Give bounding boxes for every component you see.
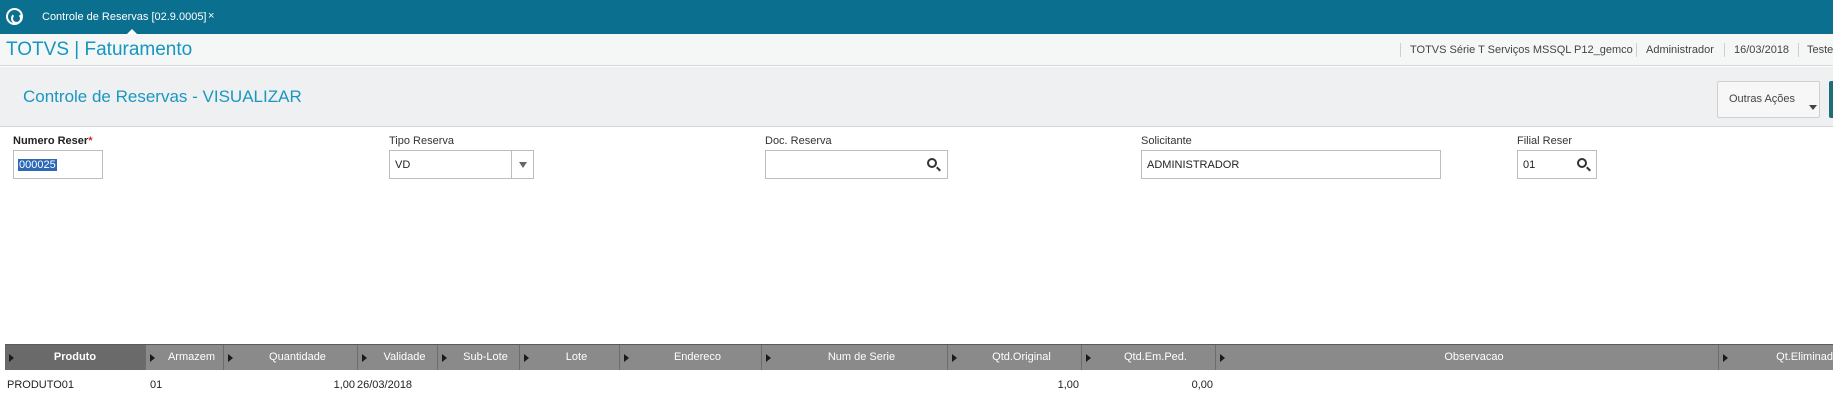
column-header-num-serie[interactable]: Num de Serie [762, 345, 948, 370]
app-header: TOTVS | Faturamento TOTVS Série T Serviç… [0, 34, 1833, 66]
primary-action-button[interactable] [1829, 81, 1833, 118]
column-header-armazem[interactable]: Armazem [146, 345, 224, 370]
column-header-lote[interactable]: Lote [520, 345, 620, 370]
column-arrow-icon [524, 354, 529, 362]
column-arrow-icon [952, 354, 957, 362]
app-title: TOTVS | Faturamento [6, 39, 193, 60]
column-arrow-icon [442, 354, 447, 362]
column-arrow-icon [624, 354, 629, 362]
filial-reserva-label: Filial Reser [1517, 135, 1573, 147]
column-arrow-icon [150, 354, 155, 362]
chevron-down-icon[interactable] [519, 162, 527, 168]
solicitante-label: Solicitante [1141, 135, 1192, 147]
numero-reserva-label: Numero Reser* [13, 135, 93, 147]
cell-qtd-em-ped: 0,00 [1191, 379, 1213, 391]
search-icon[interactable] [1577, 158, 1587, 168]
column-arrow-icon [1220, 354, 1225, 362]
filial-reserva-input[interactable]: 01 [1517, 150, 1597, 179]
column-header-sub-lote[interactable]: Sub-Lote [438, 345, 520, 370]
column-header-qtd-original[interactable]: Qtd.Original [948, 345, 1082, 370]
table-row[interactable]: PRODUTO01 01 1,00 26/03/2018 1,00 0,00 [5, 371, 1833, 399]
header-divider [1400, 43, 1401, 57]
doc-reserva-label: Doc. Reserva [765, 135, 832, 147]
tipo-reserva-label: Tipo Reserva [389, 135, 455, 147]
column-header-qtd-em-ped[interactable]: Qtd.Em.Ped. [1082, 345, 1216, 370]
tab-controle-reservas[interactable]: Controle de Reservas [02.9.0005] [34, 0, 215, 34]
filial-reserva-value: 01 [1523, 159, 1536, 171]
chevron-down-icon [1809, 105, 1817, 110]
column-header-endereco[interactable]: Endereco [620, 345, 762, 370]
cell-produto: PRODUTO01 [7, 379, 75, 391]
cell-qtd-original: 1,00 [1057, 379, 1079, 391]
column-arrow-icon [362, 354, 367, 362]
other-actions-button[interactable]: Outras Ações [1717, 81, 1820, 118]
solicitante-value: ADMINISTRADOR [1147, 159, 1240, 171]
column-arrow-icon [1723, 354, 1728, 362]
solicitante-input[interactable]: ADMINISTRADOR [1141, 150, 1441, 179]
column-arrow-icon [228, 354, 233, 362]
header-divider [1798, 43, 1799, 57]
cell-armazem: 01 [150, 379, 163, 391]
environment-info: TOTVS Série T Serviços MSSQL P12_gemco [1410, 44, 1633, 56]
other-actions-label: Outras Ações [1729, 93, 1796, 105]
numero-reserva-value: 000025 [18, 159, 57, 171]
system-date: 16/03/2018 [1734, 44, 1790, 56]
tab-title: Controle de Reservas [02.9.0005] [42, 11, 207, 23]
home-icon[interactable] [6, 8, 23, 25]
page-title: Controle de Reservas - VISUALIZAR [23, 87, 302, 106]
search-icon[interactable] [927, 158, 937, 168]
user-name[interactable]: Administrador [1646, 44, 1714, 56]
column-arrow-icon [1086, 354, 1091, 362]
column-header-observacao[interactable]: Observacao [1216, 345, 1719, 370]
environment-name: Teste [1807, 44, 1833, 56]
column-header-quantidade[interactable]: Quantidade [224, 345, 358, 370]
header-divider [1636, 43, 1637, 57]
cell-quantidade: 1,00 [333, 379, 355, 391]
tipo-reserva-select[interactable]: VD [389, 150, 534, 179]
cell-validade: 26/03/2018 [357, 379, 413, 391]
column-header-validade[interactable]: Validade [358, 345, 438, 370]
tab-bar: Controle de Reservas [02.9.0005] × [0, 0, 1833, 35]
numero-reserva-input[interactable]: 000025 [13, 150, 103, 179]
column-header-produto[interactable]: Produto [5, 345, 146, 370]
column-arrow-icon [766, 354, 771, 362]
tab-close-icon[interactable]: × [208, 0, 214, 32]
tipo-reserva-value: VD [395, 159, 411, 171]
column-arrow-icon [9, 354, 14, 362]
grid-header: Produto Armazem Quantidade Validade Sub-… [5, 344, 1833, 370]
doc-reserva-input[interactable] [765, 150, 948, 179]
column-header-qt-eliminad[interactable]: Qt.Eliminad [1719, 345, 1833, 370]
page-header: Controle de Reservas - VISUALIZAR Outras… [0, 67, 1833, 127]
header-divider [1724, 43, 1725, 57]
